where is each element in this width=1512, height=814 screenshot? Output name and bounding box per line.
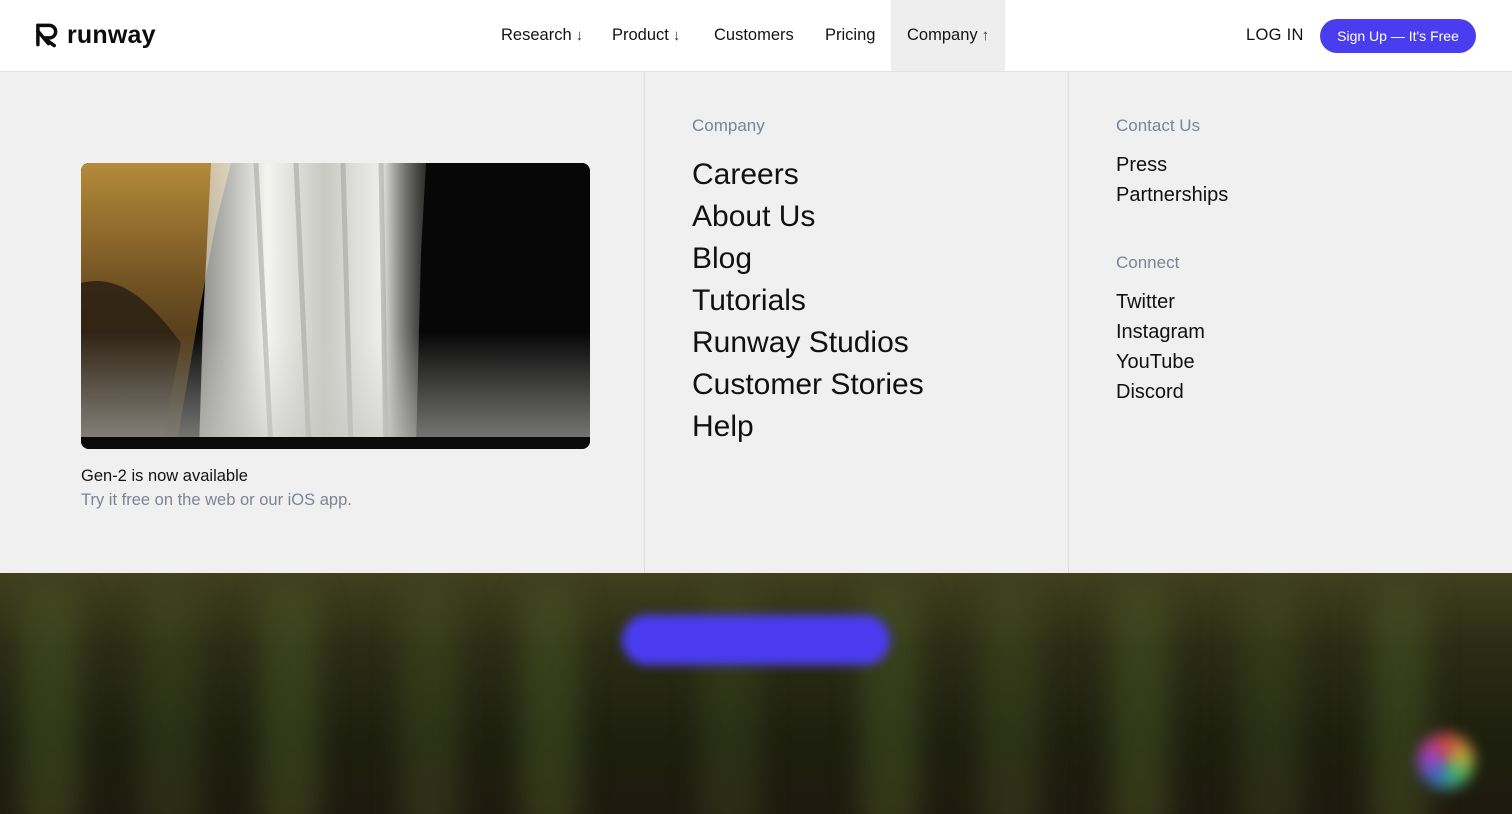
blurred-cta-button [622,615,890,665]
nav-company[interactable]: Company ↑ [891,0,1005,71]
company-links: Careers About Us Blog Tutorials Runway S… [692,154,924,448]
nav-company-label: Company [907,26,978,44]
floating-color-orb-icon [1418,733,1474,789]
top-navigation-bar: runway Research ↓ Product ↓ Customers Pr… [0,0,1512,72]
login-link[interactable]: LOG IN [1246,0,1304,71]
nav-product[interactable]: Product ↓ [612,0,680,71]
runway-logo[interactable]: runway [35,22,156,48]
promo-title[interactable]: Gen-2 is now available [81,467,248,486]
blog-link[interactable]: Blog [692,238,924,280]
company-heading: Company [692,116,765,135]
column-divider [1068,72,1069,573]
column-divider [644,72,645,573]
nav-pricing[interactable]: Pricing [825,0,875,71]
discord-link[interactable]: Discord [1116,377,1205,407]
connect-heading: Connect [1116,253,1180,272]
help-link[interactable]: Help [692,406,924,448]
promo-subtitle: Try it free on the web or our iOS app. [81,491,352,509]
careers-link[interactable]: Careers [692,154,924,196]
nav-customers-label: Customers [714,26,794,44]
grass-texture [0,573,1512,814]
nav-research-label: Research [501,26,572,44]
tutorials-link[interactable]: Tutorials [692,280,924,322]
press-link[interactable]: Press [1116,150,1228,180]
twitter-link[interactable]: Twitter [1116,287,1205,317]
nav-product-label: Product [612,26,669,44]
nav-pricing-label: Pricing [825,26,876,44]
waterfall-image [81,163,590,449]
contact-us-heading: Contact Us [1116,116,1201,135]
instagram-link[interactable]: Instagram [1116,317,1205,347]
contact-links: Press Partnerships [1116,150,1228,210]
brand-name: runway [67,21,156,49]
arrow-up-icon: ↑ [981,27,990,44]
arrow-down-icon: ↓ [672,27,681,44]
signup-button[interactable]: Sign Up — It's Free [1320,19,1476,53]
partnerships-link[interactable]: Partnerships [1116,180,1228,210]
blurred-hero-background [0,573,1512,814]
youtube-link[interactable]: YouTube [1116,347,1205,377]
company-mega-menu: Gen-2 is now available Try it free on th… [0,72,1512,573]
about-us-link[interactable]: About Us [692,196,924,238]
runway-logo-icon [36,23,58,48]
customer-stories-link[interactable]: Customer Stories [692,364,924,406]
runway-studios-link[interactable]: Runway Studios [692,322,924,364]
connect-links: Twitter Instagram YouTube Discord [1116,287,1205,407]
arrow-down-icon: ↓ [575,27,584,44]
nav-research[interactable]: Research ↓ [501,0,583,71]
waterfall-promo-image[interactable] [81,163,590,449]
nav-customers[interactable]: Customers [714,0,794,71]
